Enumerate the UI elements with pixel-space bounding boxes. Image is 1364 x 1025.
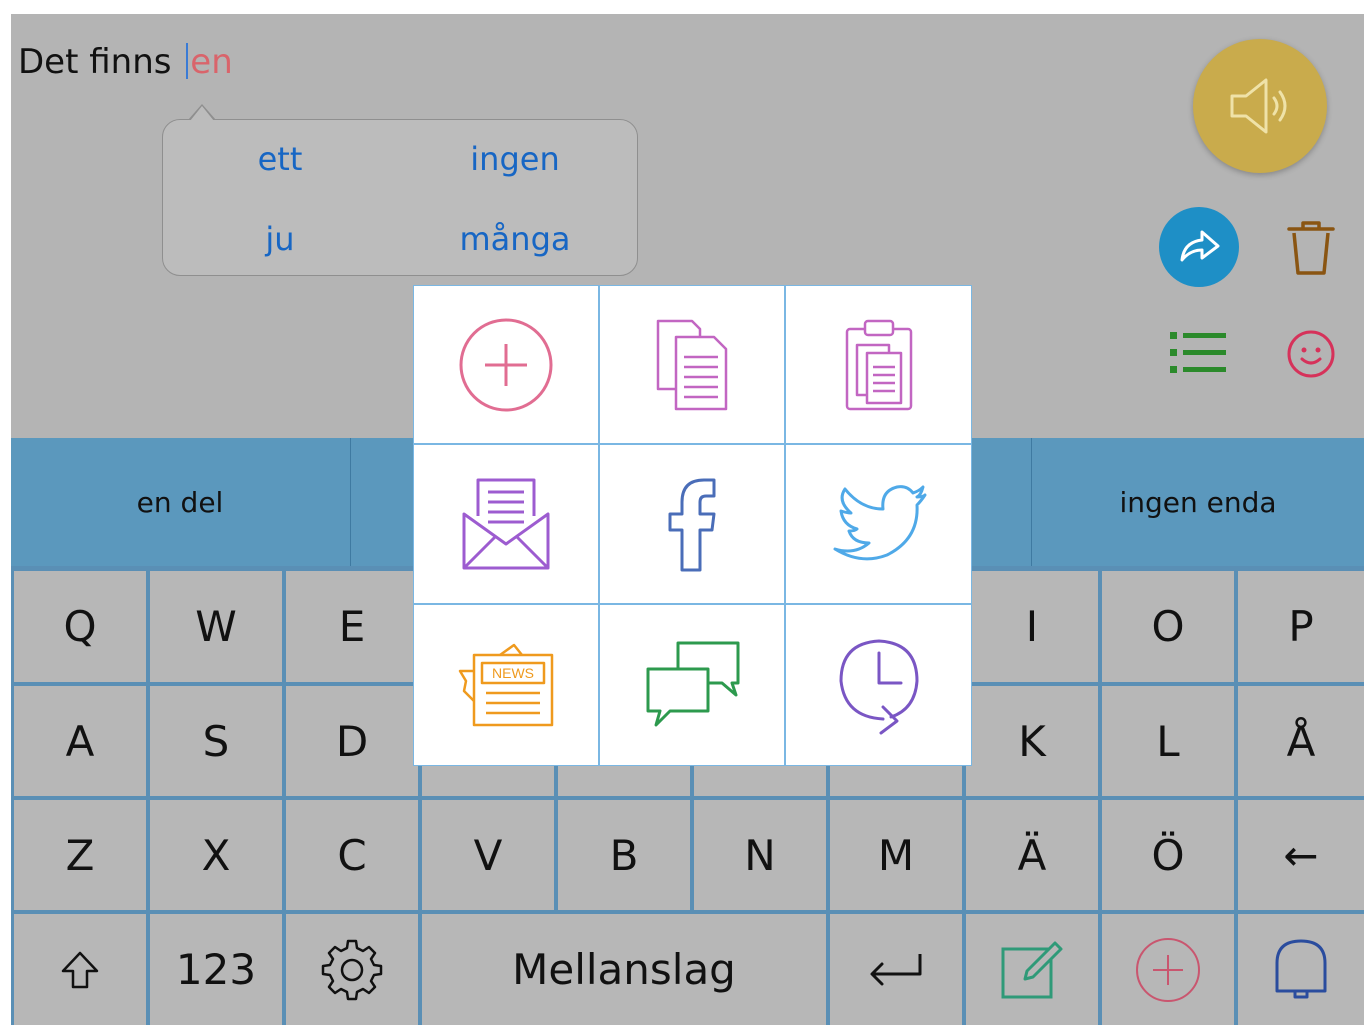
key-e[interactable]: E — [286, 571, 418, 682]
key-d[interactable]: D — [286, 686, 418, 796]
history-icon — [839, 639, 918, 735]
list-icon — [1170, 332, 1226, 373]
key-o-umlaut[interactable]: Ö — [1102, 800, 1234, 910]
share-news-button[interactable]: NEWS — [414, 605, 598, 765]
share-button[interactable] — [1159, 207, 1239, 287]
phrase-ingen-enda[interactable]: ingen enda — [1032, 438, 1364, 566]
emoji-button[interactable] — [1285, 328, 1337, 380]
text-editor[interactable]: Det finns en — [18, 42, 233, 82]
app-window: Det finns en ett ingen ju många en del i… — [11, 14, 1364, 1025]
add-circle-icon — [459, 318, 553, 411]
key-l[interactable]: L — [1102, 686, 1234, 796]
suggestion-manga[interactable]: många — [425, 220, 605, 258]
key-settings[interactable] — [286, 914, 418, 1025]
share-email-button[interactable] — [414, 445, 598, 603]
phrase-divider — [350, 438, 351, 566]
popup-arrow-fill — [190, 106, 214, 121]
key-m[interactable]: M — [830, 800, 962, 910]
key-enter[interactable] — [830, 914, 962, 1025]
speak-button[interactable] — [1193, 39, 1327, 173]
edit-note-icon — [1001, 941, 1063, 998]
key-a-umlaut[interactable]: Ä — [966, 800, 1098, 910]
key-add[interactable] — [1102, 914, 1234, 1025]
key-x[interactable]: X — [150, 800, 282, 910]
share-arrow-icon — [1180, 230, 1220, 262]
share-history-button[interactable] — [786, 605, 971, 765]
key-q[interactable]: Q — [14, 571, 146, 682]
suggestion-ingen[interactable]: ingen — [425, 140, 605, 178]
twitter-icon — [833, 485, 926, 561]
key-s[interactable]: S — [150, 686, 282, 796]
current-word: en — [190, 42, 233, 82]
gear-icon — [321, 939, 383, 1000]
typed-text: Det finns — [18, 42, 183, 82]
key-z[interactable]: Z — [14, 800, 146, 910]
facebook-icon — [668, 478, 716, 572]
return-icon — [870, 953, 922, 985]
key-c[interactable]: C — [286, 800, 418, 910]
share-add-button[interactable] — [414, 286, 598, 443]
smiley-icon — [1287, 330, 1335, 378]
key-k[interactable]: K — [966, 686, 1098, 796]
key-i[interactable]: I — [966, 571, 1098, 682]
speaker-icon — [1230, 78, 1287, 134]
key-notify[interactable] — [1238, 914, 1364, 1025]
key-a[interactable]: A — [14, 686, 146, 796]
key-o[interactable]: O — [1102, 571, 1234, 682]
key-p[interactable]: P — [1238, 571, 1364, 682]
share-messages-button[interactable] — [600, 605, 784, 765]
key-numbers[interactable]: 123 — [150, 914, 282, 1025]
news-icon: NEWS — [458, 643, 554, 727]
key-b[interactable]: B — [558, 800, 690, 910]
key-a-ring[interactable]: Å — [1238, 686, 1364, 796]
key-backspace[interactable]: ← — [1238, 800, 1364, 910]
trash-icon — [1287, 221, 1335, 275]
shift-icon — [61, 951, 99, 988]
suggestion-ett[interactable]: ett — [190, 140, 370, 178]
key-note[interactable] — [966, 914, 1098, 1025]
mail-icon — [462, 478, 550, 570]
space-key[interactable]: Mellanslag — [422, 914, 826, 1025]
text-cursor — [186, 43, 189, 79]
word-suggestion-popup: ett ingen ju många — [162, 119, 638, 276]
share-paste-button[interactable] — [786, 286, 971, 443]
share-facebook-button[interactable] — [600, 445, 784, 603]
share-menu: NEWS — [413, 285, 972, 766]
copy-icon — [656, 319, 728, 410]
key-w[interactable]: W — [150, 571, 282, 682]
suggestion-ju[interactable]: ju — [190, 220, 370, 258]
list-button[interactable] — [1167, 328, 1229, 378]
chat-icon — [646, 641, 740, 727]
share-copy-button[interactable] — [600, 286, 784, 443]
share-twitter-button[interactable] — [786, 445, 971, 603]
key-n[interactable]: N — [694, 800, 826, 910]
add-icon — [1136, 937, 1200, 1002]
key-shift[interactable] — [14, 914, 146, 1025]
key-v[interactable]: V — [422, 800, 554, 910]
news-badge: NEWS — [492, 665, 534, 681]
bell-icon — [1275, 939, 1327, 998]
clipboard-icon — [845, 319, 912, 410]
phrase-en-del[interactable]: en del — [11, 438, 349, 566]
delete-button[interactable] — [1281, 217, 1341, 279]
